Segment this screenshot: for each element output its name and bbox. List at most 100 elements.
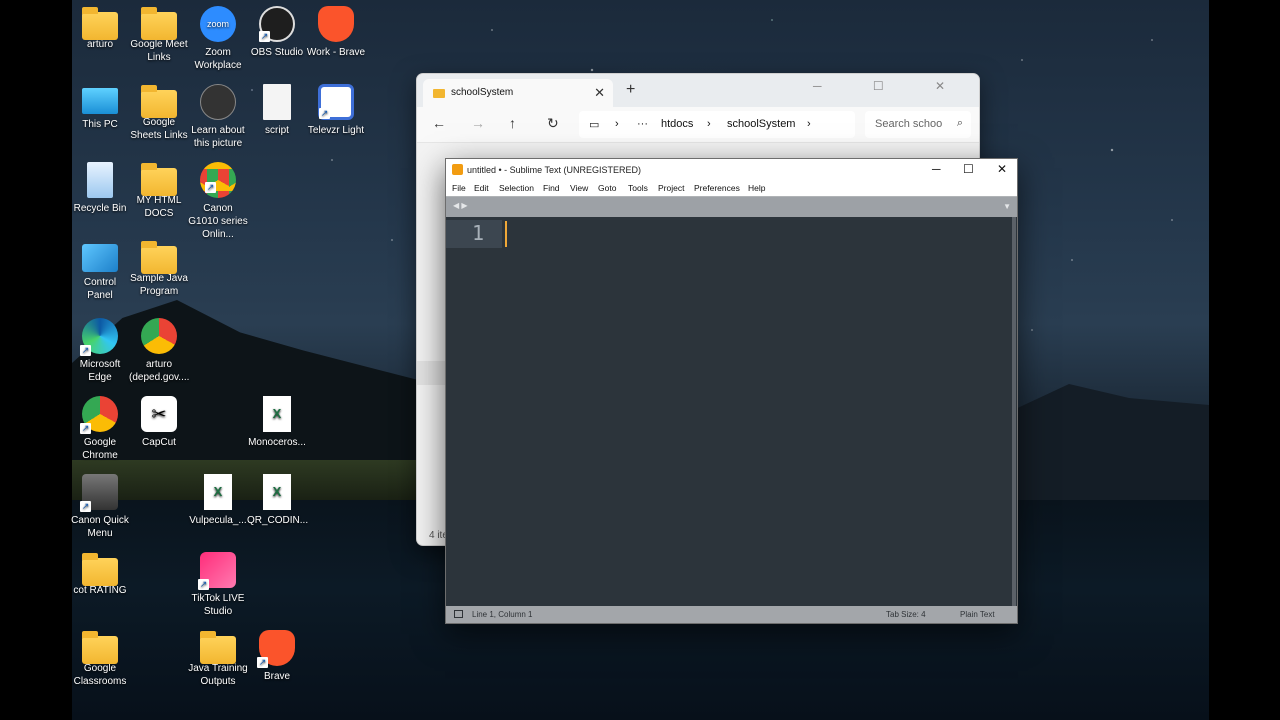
sublime-titlebar: untitled • - Sublime Text (UNREGISTERED)… — [446, 159, 1017, 181]
menu-file[interactable]: File — [452, 183, 466, 193]
menu-edit[interactable]: Edit — [474, 183, 489, 193]
desktop-icon-obs[interactable]: OBS Studio — [247, 6, 307, 59]
desktop-icon-monoceros[interactable]: X Monoceros... — [247, 396, 307, 449]
desktop-icon-google-meet-links[interactable]: Google Meet Links — [129, 6, 189, 64]
desktop-icon-vulpecula[interactable]: X Vulpecula_... — [188, 474, 248, 527]
desktop-icon-brave[interactable]: Brave — [247, 630, 307, 683]
desktop-icon-this-pc[interactable]: This PC — [70, 84, 130, 131]
close-tab-icon[interactable]: ✕ — [594, 85, 605, 101]
desktop-icon-label: MY HTML DOCS — [136, 195, 182, 219]
folder-icon — [82, 631, 118, 664]
edge-icon — [80, 318, 118, 356]
search-input[interactable]: Search schoo ⌕ — [865, 111, 971, 138]
menu-goto[interactable]: Goto — [598, 183, 616, 193]
menu-find[interactable]: Find — [543, 183, 560, 193]
breadcrumb-separator: › — [807, 118, 811, 130]
desktop-icon-canon-g1010[interactable]: Canon G1010 series Onlin... — [188, 162, 248, 241]
desktop-icon-recycle-bin[interactable]: Recycle Bin — [70, 162, 130, 215]
control-panel-icon — [82, 244, 118, 272]
desktop-icon-label: Monoceros... — [248, 437, 306, 448]
explorer-window-buttons[interactable]: ─ ☐ ✕ — [813, 79, 969, 93]
folder-icon — [141, 241, 177, 274]
desktop-icon-label: Google Chrome — [82, 437, 118, 461]
new-tab-button[interactable]: + — [626, 81, 635, 99]
tab-dropdown-icon[interactable]: ▼ — [1003, 202, 1011, 211]
menu-help[interactable]: Help — [748, 183, 765, 193]
desktop-icon-label: Canon Quick Menu — [71, 515, 129, 539]
menu-project[interactable]: Project — [658, 183, 684, 193]
menu-tools[interactable]: Tools — [628, 183, 648, 193]
folder-icon — [433, 89, 445, 98]
sidebar-selected-item[interactable] — [417, 361, 447, 385]
forward-button[interactable]: → — [471, 115, 485, 131]
document-icon — [263, 84, 291, 120]
menu-preferences[interactable]: Preferences — [694, 183, 740, 193]
menu-view[interactable]: View — [570, 183, 588, 193]
desktop-icon-google-chrome[interactable]: Google Chrome — [70, 396, 130, 462]
folder-icon — [82, 553, 118, 586]
maximize-button[interactable]: ☐ — [963, 162, 974, 176]
desktop-icon-sample-java-program[interactable]: Sample Java Program — [129, 240, 189, 298]
vertical-scrollbar[interactable] — [1012, 217, 1016, 606]
menu-selection[interactable]: Selection — [499, 183, 534, 193]
excel-icon: X — [204, 474, 232, 510]
desktop-icon-cot-rating[interactable]: cot RATING — [70, 552, 130, 597]
desktop-icon-label: arturo — [86, 39, 114, 50]
explorer-titlebar: schoolSystem ✕ + ─ ☐ ✕ — [417, 74, 979, 107]
sublime-app-icon — [452, 164, 463, 175]
breadcrumb-separator: › — [707, 118, 711, 130]
back-button[interactable]: ← — [432, 115, 446, 131]
up-button[interactable]: ↑ — [509, 115, 516, 131]
address-bar[interactable]: ▭ › ··· htdocs › schoolSystem › — [579, 111, 855, 138]
desktop-icon-label: Zoom Workplace — [194, 47, 242, 71]
desktop-icon-label: CapCut — [142, 437, 176, 448]
desktop-icon-work-brave[interactable]: Work - Brave — [306, 6, 366, 59]
desktop-icon-label: Vulpecula_... — [189, 515, 247, 526]
desktop-icon-script[interactable]: script — [247, 84, 307, 137]
desktop-icon-zoom[interactable]: zoom Zoom Workplace — [188, 6, 248, 72]
minimize-button[interactable]: ─ — [932, 162, 941, 176]
desktop-icon-microsoft-edge[interactable]: Microsoft Edge — [70, 318, 130, 384]
close-button[interactable]: ✕ — [997, 162, 1007, 176]
search-icon: ⌕ — [956, 117, 963, 129]
editor-area[interactable]: 1 — [446, 217, 1014, 606]
breadcrumb-more[interactable]: ··· — [637, 118, 648, 130]
panel-toggle-icon[interactable] — [454, 610, 463, 618]
desktop-icon-canon-quick-menu[interactable]: Canon Quick Menu — [70, 474, 130, 540]
desktop-icon-tiktok-live[interactable]: TikTok LIVE Studio — [188, 552, 248, 618]
brave-icon — [318, 6, 354, 42]
desktop-icon-control-panel[interactable]: Control Panel — [70, 240, 130, 302]
desktop-icon-arturo[interactable]: arturo — [70, 6, 130, 51]
desktop-icon-google-sheets-links[interactable]: Google Sheets Links — [129, 84, 189, 142]
capcut-icon: ✂ — [141, 396, 177, 432]
breadcrumb-htdocs[interactable]: htdocs — [661, 118, 693, 130]
pc-icon: ▭ — [589, 119, 600, 131]
breadcrumb-schoolsystem[interactable]: schoolSystem — [727, 118, 795, 130]
desktop-icon-televzr[interactable]: Televzr Light — [306, 84, 366, 137]
desktop-icon-label: QR_CODIN... — [247, 515, 309, 526]
desktop-icon-learn-about-picture[interactable]: Learn about this picture — [188, 84, 248, 150]
camera-icon — [200, 84, 236, 120]
window-title: untitled • - Sublime Text (UNREGISTERED) — [467, 165, 642, 175]
desktop-icon-label: Learn about this picture — [191, 125, 245, 149]
desktop-icon-label: TikTok LIVE Studio — [191, 593, 245, 617]
refresh-button[interactable]: ↻ — [547, 115, 559, 132]
syntax-mode[interactable]: Plain Text — [960, 610, 995, 619]
tab-scroll-arrows[interactable]: ◀ ▶ — [453, 201, 468, 210]
folder-icon — [141, 7, 177, 40]
folder-icon — [200, 631, 236, 664]
desktop-icon-google-classrooms[interactable]: Google Classrooms — [70, 630, 130, 688]
desktop-icon-arturo-deped[interactable]: arturo (deped.gov.... — [129, 318, 189, 384]
desktop-icon-label: OBS Studio — [250, 47, 304, 58]
desktop-icon-my-html-docs[interactable]: MY HTML DOCS — [129, 162, 189, 220]
tab-size[interactable]: Tab Size: 4 — [886, 610, 926, 619]
desktop-icon-capcut[interactable]: ✂ CapCut — [129, 396, 189, 449]
search-placeholder: Search schoo — [875, 118, 943, 130]
desktop-icon-qr-coding[interactable]: X QR_CODIN... — [247, 474, 309, 527]
chrome-icon — [200, 162, 236, 198]
desktop-icon-label: Brave — [263, 671, 291, 682]
explorer-tab[interactable]: schoolSystem ✕ — [423, 79, 613, 107]
desktop-icon-label: Google Sheets Links — [130, 117, 188, 141]
desktop-icon-java-training-outputs[interactable]: Java Training Outputs — [188, 630, 248, 688]
sublime-text-window: untitled • - Sublime Text (UNREGISTERED)… — [445, 158, 1018, 624]
